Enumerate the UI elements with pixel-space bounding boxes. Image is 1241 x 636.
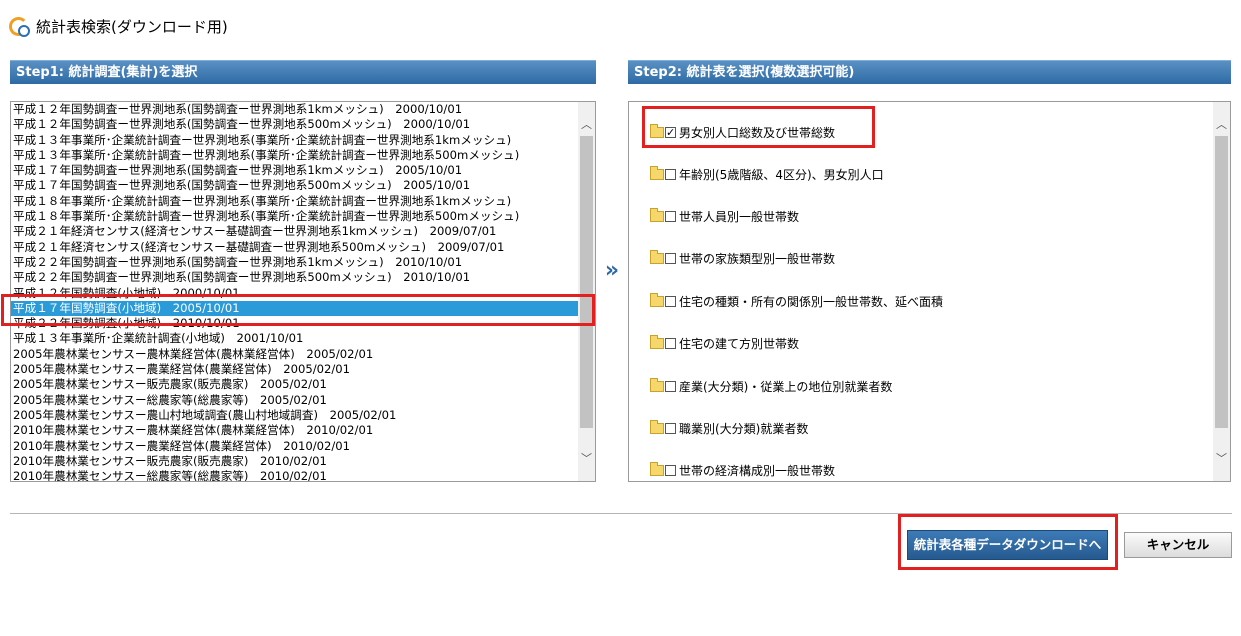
- list-item[interactable]: 平成１３年事業所･企業統計調査(小地域) 2001/10/01: [11, 331, 578, 346]
- folder-icon: [650, 292, 664, 307]
- list-item[interactable]: 平成２１年経済センサス(経済センサスー基礎調査ー世界測地系500mメッシュ) 2…: [11, 240, 578, 255]
- cancel-button[interactable]: キャンセル: [1124, 532, 1232, 558]
- checkbox[interactable]: [665, 295, 676, 307]
- list-item[interactable]: 平成１２年国勢調査ー世界測地系(国勢調査ー世界測地系500mメッシュ) 2000…: [11, 117, 578, 132]
- folder-icon: [650, 419, 664, 434]
- list-item[interactable]: 平成２１年経済センサス(経済センサスー基礎調査ー世界測地系1kmメッシュ) 20…: [11, 224, 578, 239]
- table-option[interactable]: 世帯の家族類型別一般世帯数: [650, 249, 835, 267]
- folder-icon: [650, 207, 664, 222]
- list-item[interactable]: 2010年農林業センサスー販売農家(販売農家) 2010/02/01: [11, 454, 578, 469]
- checkbox[interactable]: [665, 337, 676, 349]
- checkbox[interactable]: [665, 464, 676, 476]
- list-item[interactable]: 平成２２年国勢調査(小地域) 2010/10/01: [11, 316, 578, 331]
- list-item[interactable]: 平成１２年国勢調査(小地域) 2000/10/01: [11, 286, 578, 301]
- table-option-label: 世帯人員別一般世帯数: [679, 209, 800, 224]
- checkbox[interactable]: [665, 168, 676, 180]
- survey-scrollbar[interactable]: ︿ ﹀: [578, 102, 595, 481]
- table-option-label: 男女別人口総数及び世帯総数: [679, 125, 836, 140]
- table-option-label: 世帯の経済構成別一般世帯数: [679, 463, 836, 478]
- list-item[interactable]: 2005年農林業センサスー総農家等(総農家等) 2005/02/01: [11, 393, 578, 408]
- checkbox[interactable]: [665, 380, 676, 392]
- list-item[interactable]: 2010年農林業センサスー農林業経営体(農林業経営体) 2010/02/01: [11, 423, 578, 438]
- list-item[interactable]: 平成１２年国勢調査ー世界測地系(国勢調査ー世界測地系1kmメッシュ) 2000/…: [11, 102, 578, 117]
- step2-header: Step2: 統計表を選択(複数選択可能): [628, 60, 1231, 84]
- table-option[interactable]: 世帯人員別一般世帯数: [650, 207, 799, 225]
- list-item[interactable]: 平成１３年事業所･企業統計調査ー世界測地系(事業所･企業統計調査ー世界測地系1k…: [11, 133, 578, 148]
- list-item[interactable]: 2005年農林業センサスー農業経営体(農業経営体) 2005/02/01: [11, 362, 578, 377]
- table-option-label: 住宅の種類・所有の関係別一般世帯数、延べ面積: [679, 294, 944, 309]
- list-item[interactable]: 平成２２年国勢調査ー世界測地系(国勢調査ー世界測地系1kmメッシュ) 2010/…: [11, 255, 578, 270]
- table-option[interactable]: ✓ 男女別人口総数及び世帯総数: [650, 123, 835, 141]
- table-option[interactable]: 世帯の経済構成別一般世帯数: [650, 461, 835, 479]
- checkbox[interactable]: [665, 422, 676, 434]
- survey-list: 平成１２年国勢調査ー世界測地系(国勢調査ー世界測地系1kmメッシュ) 2000/…: [11, 102, 578, 481]
- table-selection-panel: ✓ 男女別人口総数及び世帯総数年齢別(5歳階級、4区分)、男女別人口 世帯人員別一般…: [628, 101, 1231, 482]
- survey-listbox[interactable]: 平成１２年国勢調査ー世界測地系(国勢調査ー世界測地系1kmメッシュ) 2000/…: [10, 101, 596, 482]
- table-option[interactable]: 住宅の種類・所有の関係別一般世帯数、延べ面積: [650, 292, 943, 310]
- table-option-label: 世帯の家族類型別一般世帯数: [679, 251, 836, 266]
- folder-icon: [650, 334, 664, 349]
- page-header: 統計表検索(ダウンロード用): [8, 14, 228, 38]
- checkbox-checked[interactable]: ✓: [665, 126, 676, 138]
- list-item[interactable]: 2005年農林業センサスー農林業経営体(農林業経営体) 2005/02/01: [11, 347, 578, 362]
- search-logo-icon: [8, 15, 30, 37]
- scroll-down-icon[interactable]: ﹀: [578, 450, 595, 467]
- scroll-up-icon[interactable]: ︿: [1213, 116, 1230, 133]
- checkbox[interactable]: [665, 252, 676, 264]
- list-item[interactable]: 平成１７年国勢調査ー世界測地系(国勢調査ー世界測地系500mメッシュ) 2005…: [11, 178, 578, 193]
- step1-header: Step1: 統計調査(集計)を選択: [10, 60, 596, 84]
- table-scrollbar[interactable]: ︿ ﹀: [1213, 102, 1230, 481]
- folder-icon: [650, 249, 664, 264]
- folder-icon: [650, 461, 664, 476]
- scroll-up-icon[interactable]: ︿: [578, 116, 595, 133]
- list-item[interactable]: 平成１８年事業所･企業統計調査ー世界測地系(事業所･企業統計調査ー世界測地系50…: [11, 209, 578, 224]
- table-option-label: 住宅の建て方別世帯数: [679, 336, 800, 351]
- scroll-thumb[interactable]: [580, 136, 593, 428]
- divider: [10, 513, 1232, 514]
- table-option[interactable]: 産業(大分類)・従業上の地位別就業者数: [650, 377, 892, 395]
- list-item[interactable]: 2010年農林業センサスー総農家等(総農家等) 2010/02/01: [11, 469, 578, 481]
- list-item[interactable]: 平成２２年国勢調査ー世界測地系(国勢調査ー世界測地系500mメッシュ) 2010…: [11, 270, 578, 285]
- list-item[interactable]: 平成１３年事業所･企業統計調査ー世界測地系(事業所･企業統計調査ー世界測地系50…: [11, 148, 578, 163]
- folder-icon: [650, 377, 664, 392]
- checkbox[interactable]: [665, 210, 676, 222]
- list-item[interactable]: 平成１７年国勢調査ー世界測地系(国勢調査ー世界測地系1kmメッシュ) 2005/…: [11, 163, 578, 178]
- folder-icon: [650, 165, 664, 180]
- page-title: 統計表検索(ダウンロード用): [36, 17, 228, 36]
- list-item-selected[interactable]: 平成１７年国勢調査(小地域) 2005/10/01: [11, 300, 578, 317]
- download-button[interactable]: 統計表各種データダウンロードへ: [907, 530, 1108, 560]
- table-option-label: 職業別(大分類)就業者数: [679, 421, 809, 436]
- table-option[interactable]: 職業別(大分類)就業者数: [650, 419, 808, 437]
- table-option-label: 産業(大分類)・従業上の地位別就業者数: [679, 379, 893, 394]
- next-step-arrow-icon: »: [604, 258, 620, 283]
- scroll-thumb[interactable]: [1215, 136, 1228, 428]
- table-option[interactable]: 年齢別(5歳階級、4区分)、男女別人口: [650, 165, 884, 183]
- scroll-down-icon[interactable]: ﹀: [1213, 450, 1230, 467]
- folder-icon: [650, 123, 664, 138]
- table-option[interactable]: 住宅の建て方別世帯数: [650, 334, 799, 352]
- list-item[interactable]: 平成１８年事業所･企業統計調査ー世界測地系(事業所･企業統計調査ー世界測地系1k…: [11, 194, 578, 209]
- list-item[interactable]: 2010年農林業センサスー農業経営体(農業経営体) 2010/02/01: [11, 439, 578, 454]
- list-item[interactable]: 2005年農林業センサスー販売農家(販売農家) 2005/02/01: [11, 377, 578, 392]
- list-item[interactable]: 2005年農林業センサスー農山村地域調査(農山村地域調査) 2005/02/01: [11, 408, 578, 423]
- table-option-label: 年齢別(5歳階級、4区分)、男女別人口: [679, 167, 884, 182]
